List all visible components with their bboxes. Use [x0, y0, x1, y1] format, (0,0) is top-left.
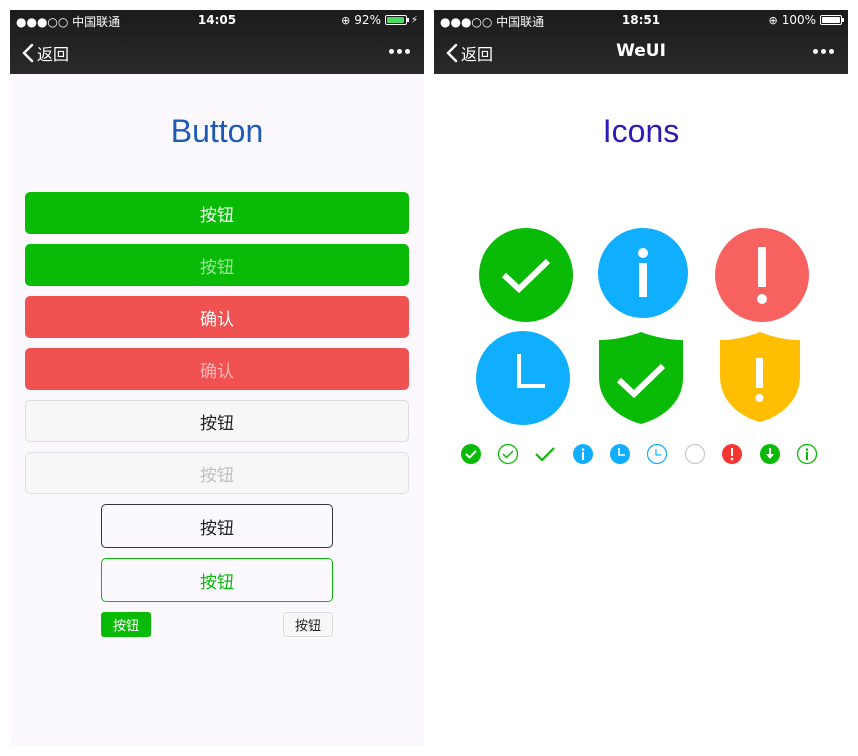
back-label: 返回 [461, 45, 494, 64]
top-bar: ●●●○○ 中国联通 14:05 ⊕ 92% ⚡ 返回 [10, 10, 424, 74]
info-icon [598, 228, 688, 318]
waiting-circle-icon [646, 443, 668, 465]
more-dot-icon [829, 49, 834, 54]
more-button[interactable] [389, 42, 410, 54]
rotation-lock-icon: ⊕ [341, 13, 351, 27]
nav-bar: 返回 WeUI [434, 30, 848, 74]
chevron-left-icon [446, 43, 458, 63]
nav-bar: 返回 [10, 30, 424, 74]
more-button[interactable] [813, 42, 834, 54]
status-bar: ●●●○○ 中国联通 18:51 ⊕ 100% [434, 10, 848, 30]
status-right: ⊕ 92% ⚡ [341, 13, 418, 27]
warn-button[interactable]: 确认 [25, 296, 409, 338]
page-title: Button [170, 113, 264, 149]
default-button[interactable]: 按钮 [25, 400, 409, 442]
warn-icon [722, 444, 742, 464]
default-disabled-button: 按钮 [25, 452, 409, 494]
plain-primary-button[interactable]: 按钮 [101, 558, 333, 602]
info-circle-icon [573, 444, 593, 464]
battery-icon [384, 15, 409, 25]
charging-icon: ⚡ [410, 14, 418, 26]
back-button[interactable]: 返回 [22, 41, 69, 65]
more-dot-icon [389, 49, 394, 54]
battery-percent: 92% [354, 13, 381, 27]
back-label: 返回 [37, 45, 70, 64]
battery-percent: 100% [781, 13, 816, 27]
page-title: Icons [602, 113, 680, 149]
warn-disabled-button: 确认 [25, 348, 409, 390]
safe-success-icon [599, 332, 683, 424]
primary-disabled-button: 按钮 [25, 244, 409, 286]
success-icon [461, 444, 481, 464]
icons-demo-screen: ●●●○○ 中国联通 18:51 ⊕ 100% 返回 WeUI Icons [434, 10, 848, 746]
success-no-circle-icon [535, 447, 555, 462]
info-outline-icon [796, 443, 818, 465]
success-icon [479, 228, 573, 322]
mini-default-button[interactable]: 按钮 [283, 612, 333, 637]
more-dot-icon [813, 49, 818, 54]
warn-icon [715, 228, 809, 322]
back-button[interactable]: 返回 [446, 41, 493, 65]
more-dot-icon [821, 49, 826, 54]
success-circle-icon [497, 443, 519, 465]
waiting-icon [610, 444, 630, 464]
download-icon [760, 444, 780, 464]
plain-default-button[interactable]: 按钮 [101, 504, 333, 548]
nav-title: WeUI [616, 41, 666, 61]
more-dot-icon [405, 49, 410, 54]
primary-button[interactable]: 按钮 [25, 192, 409, 234]
waiting-icon [476, 331, 570, 425]
status-right: ⊕ 100% [768, 13, 844, 27]
chevron-left-icon [22, 43, 34, 63]
mini-primary-button[interactable]: 按钮 [101, 612, 151, 637]
battery-icon [820, 15, 844, 25]
circle-icon [684, 443, 706, 465]
top-bar: ●●●○○ 中国联通 18:51 ⊕ 100% 返回 WeUI [434, 10, 848, 74]
rotation-lock-icon: ⊕ [768, 13, 778, 27]
more-dot-icon [397, 49, 402, 54]
status-bar: ●●●○○ 中国联通 14:05 ⊕ 92% ⚡ [10, 10, 424, 30]
button-demo-screen: ●●●○○ 中国联通 14:05 ⊕ 92% ⚡ 返回 Button 按钮 按钮… [10, 10, 424, 746]
safe-warn-icon [720, 332, 800, 422]
